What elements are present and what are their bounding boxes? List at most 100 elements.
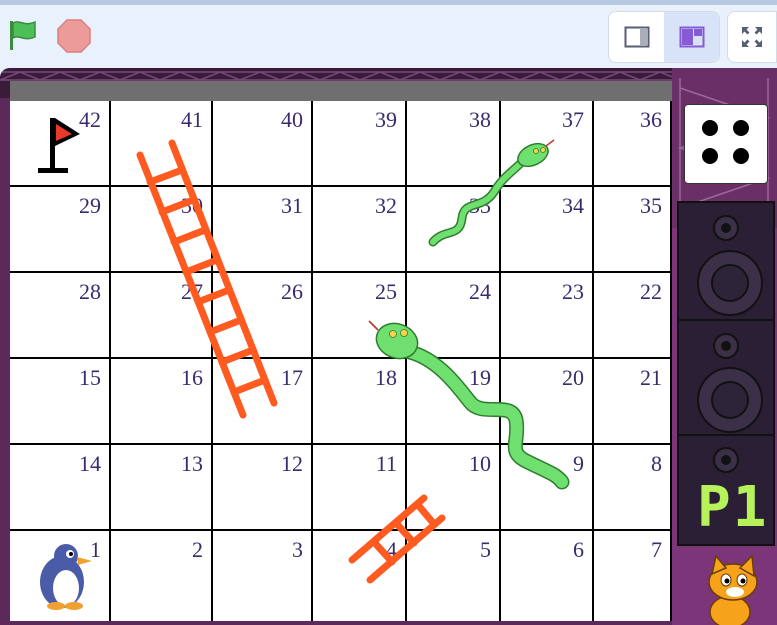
cell-number: 15 <box>79 365 101 390</box>
cell-number: 1 <box>90 537 101 562</box>
die-pip <box>702 120 718 136</box>
cell-number: 38 <box>469 107 491 132</box>
cell-number: 20 <box>562 365 584 390</box>
cell-number: 19 <box>469 365 491 390</box>
cell-number: 32 <box>375 193 397 218</box>
board-cell: 37 <box>501 101 594 187</box>
board-cell: 4 <box>313 531 407 621</box>
cell-number: 42 <box>79 107 101 132</box>
board-cell: 12 <box>213 445 313 531</box>
board-cell: 9 <box>501 445 594 531</box>
cell-number: 37 <box>562 107 584 132</box>
cell-number: 25 <box>375 279 397 304</box>
cell-number: 35 <box>640 193 662 218</box>
cell-number: 27 <box>181 279 203 304</box>
game-stage[interactable]: 42 41 40 39 38 37 36 29 30 31 32 33 34 3… <box>0 68 777 625</box>
board-cell: 15 <box>10 359 111 445</box>
cell-number: 14 <box>79 451 101 476</box>
board-cell: 6 <box>501 531 594 621</box>
stop-sign-icon <box>57 19 91 53</box>
cell-number: 17 <box>281 365 303 390</box>
die-pip <box>733 148 749 164</box>
fullscreen-icon <box>742 27 762 47</box>
cell-number: 12 <box>281 451 303 476</box>
board-top-strip <box>10 81 672 101</box>
board-cell: 7 <box>594 531 672 621</box>
stop-button[interactable] <box>56 18 92 54</box>
board-cell: 31 <box>213 187 313 273</box>
board-cell: 32 <box>313 187 407 273</box>
board-cell: 20 <box>501 359 594 445</box>
cell-number: 30 <box>181 193 203 218</box>
board-cell: 5 <box>407 531 501 621</box>
cell-number: 2 <box>192 537 203 562</box>
board-cell: 23 <box>501 273 594 359</box>
cell-number: 39 <box>375 107 397 132</box>
cell-number: 36 <box>640 107 662 132</box>
board-cell: 30 <box>111 187 213 273</box>
board-cell: 40 <box>213 101 313 187</box>
current-player-label: P1 <box>697 475 769 540</box>
small-stage-button[interactable] <box>609 12 664 62</box>
board-cell: 25 <box>313 273 407 359</box>
board-cell: 3 <box>213 531 313 621</box>
cell-number: 7 <box>651 537 662 562</box>
cell-number: 41 <box>181 107 203 132</box>
cell-number: 9 <box>573 451 584 476</box>
board-cell: 33 <box>407 187 501 273</box>
board-cell: 8 <box>594 445 672 531</box>
cell-number: 33 <box>469 193 491 218</box>
board-cell: 41 <box>111 101 213 187</box>
cell-number: 34 <box>562 193 584 218</box>
cell-number: 26 <box>281 279 303 304</box>
board-cell: 19 <box>407 359 501 445</box>
cell-number: 10 <box>469 451 491 476</box>
board-cell: 10 <box>407 445 501 531</box>
board-cell: 21 <box>594 359 672 445</box>
cell-number: 29 <box>79 193 101 218</box>
board-cell: 24 <box>407 273 501 359</box>
board-cell: 38 <box>407 101 501 187</box>
dice-roll-button[interactable] <box>684 104 768 184</box>
board-cell: 14 <box>10 445 111 531</box>
cell-number: 4 <box>386 537 397 562</box>
fullscreen-button[interactable] <box>727 11 777 63</box>
board-cell: 29 <box>10 187 111 273</box>
cell-number: 3 <box>292 537 303 562</box>
board-cell: 1 <box>10 531 111 621</box>
die-pip <box>733 120 749 136</box>
cell-number: 16 <box>181 365 203 390</box>
cell-number: 8 <box>651 451 662 476</box>
cell-number: 21 <box>640 365 662 390</box>
cell-number: 13 <box>181 451 203 476</box>
stage-size-toggle <box>608 11 720 63</box>
board-cell: 13 <box>111 445 213 531</box>
cell-number: 5 <box>480 537 491 562</box>
cell-number: 22 <box>640 279 662 304</box>
board-cell: 18 <box>313 359 407 445</box>
board-cell: 36 <box>594 101 672 187</box>
board-cell: 22 <box>594 273 672 359</box>
cell-number: 24 <box>469 279 491 304</box>
cell-number: 28 <box>79 279 101 304</box>
board-cell: 16 <box>111 359 213 445</box>
small-stage-icon <box>624 26 649 48</box>
cell-number: 31 <box>281 193 303 218</box>
green-flag-icon <box>10 20 36 50</box>
board-cell: 2 <box>111 531 213 621</box>
green-flag-button[interactable] <box>6 18 40 52</box>
cell-number: 11 <box>375 451 397 476</box>
board-cell: 28 <box>10 273 111 359</box>
board-cell: 35 <box>594 187 672 273</box>
cell-number: 18 <box>375 365 397 390</box>
normal-stage-button[interactable] <box>664 12 719 62</box>
stage-header <box>0 0 777 68</box>
cell-number: 40 <box>281 107 303 132</box>
game-board: 42 41 40 39 38 37 36 29 30 31 32 33 34 3… <box>10 81 672 621</box>
board-cell: 26 <box>213 273 313 359</box>
board-cell: 11 <box>313 445 407 531</box>
normal-stage-icon <box>679 26 704 48</box>
board-cell: 17 <box>213 359 313 445</box>
cell-number: 6 <box>573 537 584 562</box>
board-cell: 34 <box>501 187 594 273</box>
